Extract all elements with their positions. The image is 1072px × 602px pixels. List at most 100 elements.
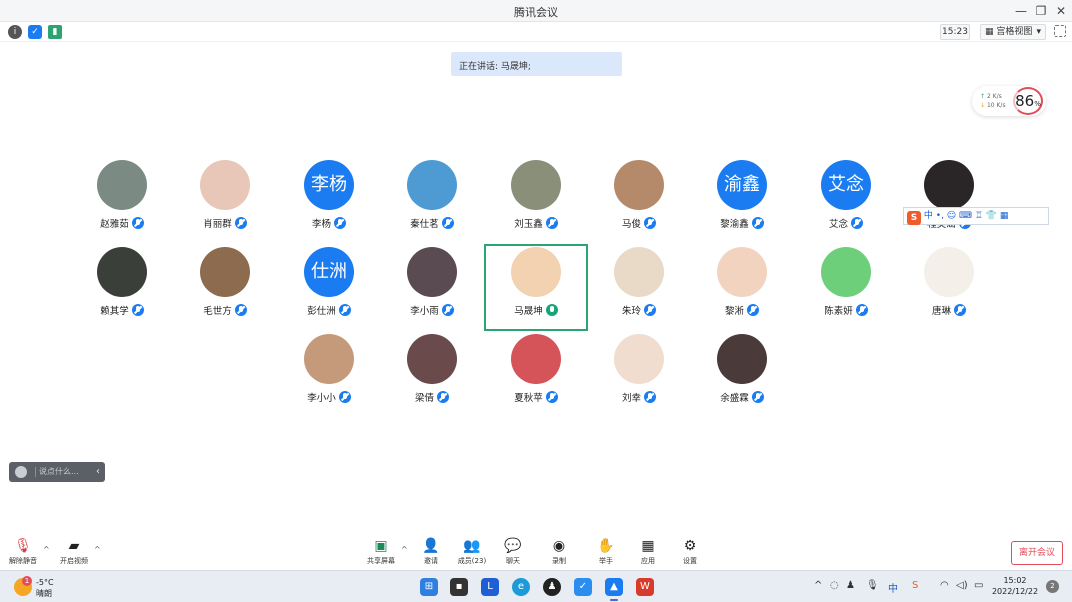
video-options-caret[interactable]: ^ — [94, 545, 101, 554]
participant-tile[interactable]: 肖丽群 — [175, 160, 275, 240]
active-speaker-frame — [484, 244, 588, 331]
task-view-icon[interactable]: ▪ — [450, 578, 468, 596]
participant-tile[interactable]: 刘玉鑫 — [486, 160, 586, 240]
info-icon[interactable]: i — [8, 25, 22, 39]
tray-sogou-icon[interactable]: S — [912, 580, 918, 591]
participant-tile[interactable]: 艾念 艾念 — [796, 160, 896, 240]
participant-tile[interactable]: 程美涵 — [899, 160, 999, 240]
avatar — [614, 247, 664, 297]
participant-tile[interactable]: 李杨 李杨 — [279, 160, 379, 240]
invite-button[interactable]: 👤 邀请 — [411, 538, 451, 568]
audio-options-caret[interactable]: ^ — [43, 545, 50, 554]
close-button[interactable]: ✕ — [1052, 2, 1070, 20]
participant-tile[interactable]: 朱玲 — [589, 247, 689, 327]
avatar — [717, 247, 767, 297]
participant-tile[interactable]: 唐琳 — [899, 247, 999, 327]
mic-muted-icon — [441, 217, 454, 229]
chat-button[interactable]: 💬 聊天 — [493, 538, 533, 568]
tencent-meeting-taskbar-icon[interactable]: ▲ — [605, 578, 623, 601]
weather-widget[interactable]: 1 -5°C 晴朗 — [14, 576, 74, 598]
download-arrow-icon: ↓ — [980, 102, 986, 109]
edge-browser-icon[interactable]: e — [512, 578, 530, 596]
tim-icon[interactable]: ✓ — [574, 578, 592, 596]
mic-muted-icon — [437, 391, 449, 403]
notification-badge[interactable]: 2 — [1046, 580, 1059, 593]
participant-tile[interactable]: 余盛霖 — [692, 334, 792, 414]
ime-extras[interactable]: •, ☺ ⌨ ♖ 👕 ▦ — [936, 211, 1009, 221]
start-menu-icon[interactable]: ⊞ — [420, 578, 438, 596]
qq-icon[interactable]: ♟ — [543, 578, 561, 596]
chat-placeholder: 说点什么... — [39, 467, 79, 476]
volume-icon[interactable]: ◁) — [956, 580, 968, 591]
share-screen-button[interactable]: ▣ 共享屏幕 — [361, 538, 401, 568]
system-clock[interactable]: 15:02 2022/12/22 — [990, 575, 1040, 597]
sogou-logo-icon: S — [907, 211, 921, 225]
participant-tile[interactable]: 黎淅 — [692, 247, 792, 327]
restore-button[interactable]: ❐ — [1032, 2, 1050, 20]
unmute-button[interactable]: 🎙 解除静音 — [3, 538, 43, 568]
leave-meeting-button[interactable]: 离开会议 — [1011, 541, 1063, 565]
participant-name: 李小小 — [279, 390, 379, 404]
ime-mode[interactable]: 中 — [924, 211, 933, 221]
participant-tile[interactable]: 陈素妍 — [796, 247, 896, 327]
fullscreen-icon[interactable] — [1054, 25, 1066, 37]
participant-name-text: 夏秋苹 — [514, 393, 543, 404]
wifi-icon[interactable]: ◠ — [940, 580, 949, 591]
grid-icon: ▦ — [985, 27, 997, 37]
unmute-label: 解除静音 — [9, 557, 37, 565]
members-button[interactable]: 👥 成员(23) — [452, 538, 492, 568]
participant-tile[interactable]: 秦仕茗 — [382, 160, 482, 240]
mic-muted-icon — [131, 217, 144, 229]
app-icon-blue[interactable]: L — [481, 578, 499, 596]
raise-hand-button[interactable]: ✋ 举手 — [586, 538, 626, 568]
chevron-left-icon[interactable]: ‹ — [96, 462, 100, 482]
participant-tile[interactable]: 赵雅茹 — [72, 160, 172, 240]
tray-expand-icon[interactable]: ^ — [814, 580, 822, 591]
record-button[interactable]: ◉ 录制 — [539, 538, 579, 568]
ime-toolbar[interactable]: S 中 •, ☺ ⌨ ♖ 👕 ▦ — [903, 207, 1049, 225]
wps-icon[interactable]: W — [636, 578, 654, 596]
apps-button[interactable]: ▦ 应用 — [628, 538, 668, 568]
chat-quick-input[interactable]: 说点什么... ‹ — [9, 462, 105, 482]
view-mode-dropdown[interactable]: ▦ 宫格视图 ▾ — [980, 24, 1046, 40]
tray-app-icon[interactable]: ◌ — [830, 580, 839, 591]
participant-name: 秦仕茗 — [382, 216, 482, 230]
start-video-button[interactable]: ▰ 开启视频 — [54, 538, 94, 568]
signal-icon[interactable]: ▮ — [48, 25, 62, 39]
participant-tile[interactable]: 仕洲 彭仕洲 — [279, 247, 379, 327]
participant-tile[interactable]: 夏秋苹 — [486, 334, 586, 414]
tray-qq-icon[interactable]: ♟ — [846, 580, 855, 591]
participant-name: 刘玉鑫 — [486, 216, 586, 230]
network-status-widget[interactable]: ↑ 2 K/s ↓ 10 K/s 86% — [972, 86, 1046, 116]
participant-tile[interactable]: 李小雨 — [382, 247, 482, 327]
settings-button[interactable]: ⚙ 设置 — [670, 538, 710, 568]
hand-icon: ✋ — [597, 538, 615, 554]
participant-tile[interactable]: 渝鑫 黎渝鑫 — [692, 160, 792, 240]
mic-muted-icon — [334, 217, 346, 229]
participant-name: 李小雨 — [382, 303, 482, 317]
participant-tile[interactable]: 李小小 — [279, 334, 379, 414]
tray-mic-icon[interactable]: 🎙 — [866, 580, 879, 591]
participant-tile[interactable]: 马俊 — [589, 160, 689, 240]
participant-name-text: 赖其学 — [100, 306, 129, 317]
participant-name: 赖其学 — [72, 303, 172, 317]
participant-tile[interactable]: 赖其学 — [72, 247, 172, 327]
tray-ime-indicator[interactable]: 中 — [888, 580, 898, 595]
video-label: 开启视频 — [60, 557, 88, 565]
participant-name: 黎淅 — [692, 303, 792, 317]
participant-tile[interactable]: 刘幸 — [589, 334, 689, 414]
share-screen-icon: ▣ — [374, 538, 388, 554]
share-options-caret[interactable]: ^ — [401, 545, 408, 554]
avatar — [407, 247, 457, 297]
participant-tile[interactable]: 毛世方 — [175, 247, 275, 327]
weather-badge: 1 — [22, 576, 32, 586]
participant-tile[interactable]: 梁倩 — [382, 334, 482, 414]
battery-icon[interactable]: ▭ — [974, 580, 983, 591]
emoji-icon[interactable] — [15, 466, 27, 478]
shield-icon[interactable]: ✓ — [28, 25, 42, 39]
minimize-button[interactable]: — — [1012, 2, 1030, 20]
avatar — [97, 160, 147, 210]
invite-label: 邀请 — [424, 557, 438, 565]
title-bar: 腾讯会议 — ❐ ✕ — [0, 0, 1072, 22]
mic-muted-icon — [545, 391, 558, 403]
